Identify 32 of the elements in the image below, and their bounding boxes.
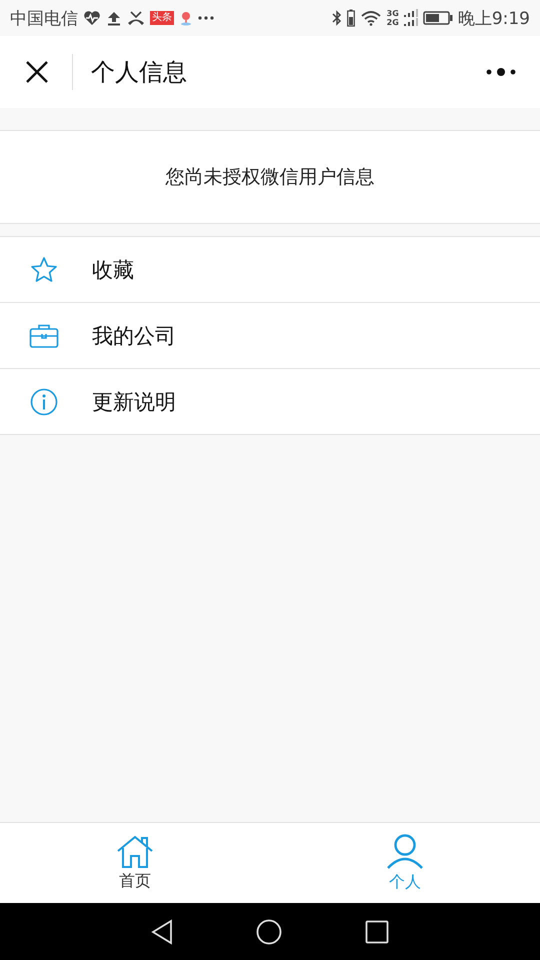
back-icon[interactable] [151, 918, 174, 944]
signal-icon [404, 9, 418, 27]
page-title: 个人信息 [72, 54, 482, 90]
close-icon [25, 60, 49, 84]
close-button[interactable] [24, 59, 50, 85]
menu-item[interactable]: 收藏 [0, 237, 540, 303]
bluetooth-icon [332, 9, 342, 27]
home-circle-icon[interactable] [256, 918, 282, 944]
news-app-badge: 头条 [150, 11, 174, 25]
recents-icon[interactable] [364, 920, 389, 944]
clock-time: 晚上9:19 [458, 8, 530, 30]
missed-call-icon [127, 10, 145, 26]
more-icon [486, 67, 516, 77]
heart-pulse-icon [83, 10, 101, 26]
network-type: 2G [386, 18, 399, 27]
menu-item[interactable]: 我的公司 [0, 303, 540, 369]
auth-notice-text: 您尚未授权微信用户信息 [166, 165, 374, 190]
map-pin-icon [179, 10, 193, 26]
home-icon [116, 834, 154, 868]
menu-item[interactable]: 更新说明 [0, 369, 540, 435]
carrier-name: 中国电信 [10, 8, 78, 30]
tab[interactable]: 首页 [0, 823, 270, 903]
battery-small-icon [346, 9, 355, 27]
wifi-icon [360, 10, 382, 26]
briefcase-icon [29, 322, 59, 348]
upload-icon [106, 10, 122, 26]
battery-icon [422, 11, 453, 25]
star-icon [29, 256, 59, 284]
more-icon [198, 15, 214, 21]
info-icon [29, 388, 59, 416]
person-icon [386, 834, 424, 870]
network-type: 3G [386, 9, 399, 18]
